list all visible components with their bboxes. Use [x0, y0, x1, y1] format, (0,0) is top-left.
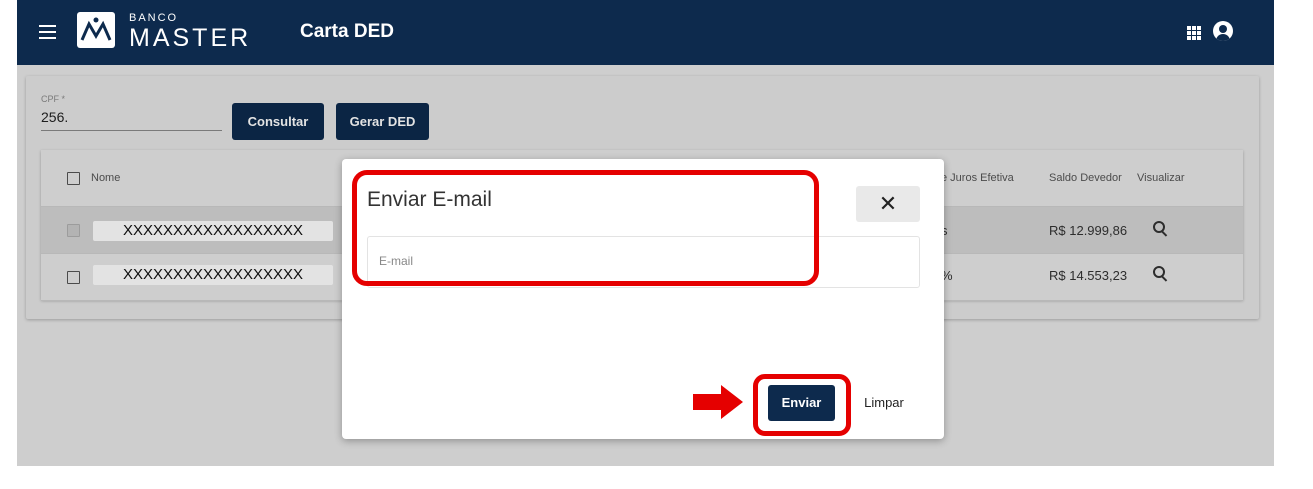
highlight-email-section [352, 170, 819, 286]
close-icon: ✕ [878, 191, 898, 216]
brand-small: BANCO [129, 12, 179, 24]
page-title: Carta DED [300, 21, 394, 42]
logo-mark [77, 12, 115, 48]
menu-icon[interactable] [39, 25, 56, 39]
brand-name: MASTER [129, 24, 252, 52]
account-circle-icon[interactable] [1213, 21, 1233, 41]
highlight-enviar-button [753, 374, 851, 436]
pointer-arrow-icon [693, 385, 743, 419]
close-button[interactable]: ✕ [856, 186, 920, 222]
app-bar: BANCO MASTER Carta DED [17, 0, 1274, 65]
limpar-button[interactable]: Limpar [850, 385, 918, 421]
apps-grid-icon[interactable] [1187, 26, 1201, 40]
